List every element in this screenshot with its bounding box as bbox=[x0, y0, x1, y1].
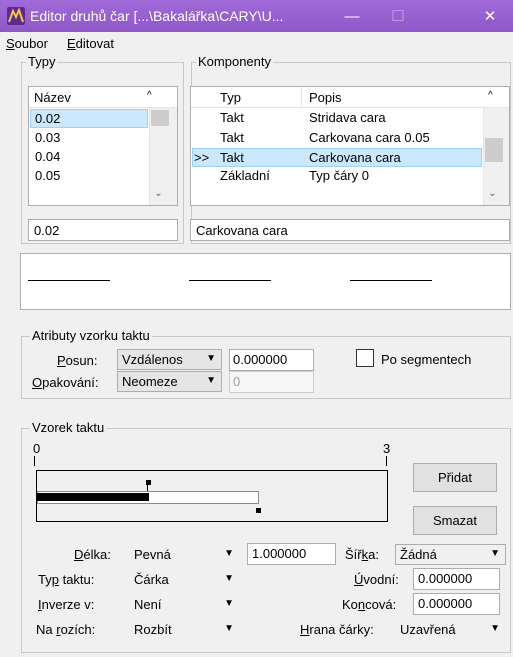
dropdown-arrow-icon: ▼ bbox=[490, 548, 500, 559]
shift-label: Posun: bbox=[57, 353, 98, 368]
ruler-end-label: 3 bbox=[383, 441, 391, 456]
start-offset-input[interactable]: 0.000000 bbox=[413, 568, 500, 590]
list-item[interactable]: 0.04 bbox=[30, 148, 148, 167]
dropdown-arrow-icon: ▼ bbox=[224, 573, 234, 584]
column-header-type[interactable]: Typ bbox=[220, 90, 241, 105]
scrollbar-thumb[interactable] bbox=[485, 138, 503, 162]
components-list-header: Typ Popis ^ bbox=[191, 87, 509, 108]
types-list[interactable]: Název ^ 0.02 0.03 0.04 0.05 ⌄ bbox=[28, 86, 178, 206]
types-group-label: Typy bbox=[26, 54, 58, 69]
stroke-type-label: Typ taktu: bbox=[38, 572, 95, 587]
corners-select[interactable]: Rozbít ▼ bbox=[129, 619, 240, 640]
add-button[interactable]: Přidat bbox=[413, 463, 497, 492]
scrollbar-thumb[interactable] bbox=[151, 110, 169, 126]
window-title: Editor druhů čar [...\Bakalářka\CARY\U..… bbox=[30, 8, 284, 24]
list-item[interactable]: 0.05 bbox=[30, 167, 148, 186]
end-offset-input[interactable]: 0.000000 bbox=[413, 593, 500, 615]
dash-segment[interactable] bbox=[37, 493, 149, 501]
line-preview bbox=[20, 253, 511, 310]
pattern-attrs-group-label: Atributy vzorku taktu bbox=[30, 328, 152, 343]
dropdown-arrow-icon: ▼ bbox=[206, 353, 216, 364]
preview-dash bbox=[350, 280, 432, 281]
dropdown-arrow-icon: ▼ bbox=[224, 598, 234, 609]
width-label: Šířka: bbox=[345, 547, 379, 562]
types-list-header: Název ^ bbox=[29, 87, 177, 108]
menu-bar: Soubor Editovat bbox=[0, 32, 513, 54]
app-icon bbox=[7, 7, 25, 25]
chevron-down-icon[interactable]: ⌄ bbox=[484, 188, 501, 199]
ruler-start-label: 0 bbox=[33, 441, 41, 456]
corners-label: Na rozích: bbox=[36, 622, 96, 637]
shift-mode-select[interactable]: Vzdálenos ▼ bbox=[117, 349, 222, 370]
title-bar: Editor druhů čar [...\Bakalářka\CARY\U..… bbox=[0, 0, 513, 32]
components-scrollbar[interactable]: ⌄ bbox=[483, 108, 509, 205]
components-list[interactable]: Typ Popis ^ Takt Stridava cara Takt Cark… bbox=[190, 86, 510, 206]
invert-select[interactable]: Není ▼ bbox=[129, 594, 240, 615]
length-mode-select[interactable]: Pevná ▼ bbox=[129, 544, 240, 565]
dash-cap-label: Hrana čárky: bbox=[300, 622, 374, 637]
menu-soubor[interactable]: Soubor bbox=[6, 36, 48, 51]
dash-cap-select[interactable]: Uzavřená ▼ bbox=[395, 619, 506, 640]
list-item[interactable]: 0.02 bbox=[30, 109, 148, 128]
per-segment-checkbox[interactable] bbox=[356, 349, 374, 367]
minimize-button[interactable]: — bbox=[329, 0, 375, 32]
chevron-up-icon[interactable]: ^ bbox=[147, 90, 152, 101]
delete-button[interactable]: Smazat bbox=[413, 506, 497, 535]
close-button[interactable]: ✕ bbox=[467, 0, 513, 32]
component-name-input[interactable]: Carkovana cara bbox=[190, 219, 510, 241]
end-offset-label: Koncová: bbox=[342, 597, 397, 612]
ruler-tick bbox=[34, 456, 35, 466]
table-row[interactable]: Takt Stridava cara bbox=[192, 109, 482, 128]
per-segment-label: Po segmentech bbox=[381, 352, 472, 367]
components-group-label: Komponenty bbox=[196, 54, 273, 69]
dropdown-arrow-icon: ▼ bbox=[206, 375, 216, 386]
dropdown-arrow-icon: ▼ bbox=[490, 623, 500, 634]
pattern-editor[interactable] bbox=[36, 470, 388, 522]
invert-label: Inverze v: bbox=[38, 597, 95, 612]
table-row[interactable]: >> Takt Carkovana cara bbox=[192, 148, 482, 167]
chevron-down-icon[interactable]: ⌄ bbox=[150, 188, 167, 199]
length-value-input[interactable]: 1.000000 bbox=[247, 543, 336, 565]
pattern-group-label: Vzorek taktu bbox=[30, 420, 107, 435]
chevron-up-icon[interactable]: ^ bbox=[488, 90, 493, 101]
dropdown-arrow-icon: ▼ bbox=[224, 623, 234, 634]
types-scrollbar[interactable]: ⌄ bbox=[149, 108, 177, 205]
column-header-name[interactable]: Název bbox=[34, 90, 71, 105]
repeat-label: Opakování: bbox=[32, 375, 99, 390]
preview-dash bbox=[28, 280, 110, 281]
table-row[interactable]: Takt Carkovana cara 0.05 bbox=[192, 129, 482, 148]
table-row[interactable]: Základní Typ čáry 0 bbox=[192, 167, 482, 186]
dropdown-arrow-icon: ▼ bbox=[224, 548, 234, 559]
column-divider[interactable] bbox=[301, 87, 302, 108]
width-select[interactable]: Žádná ▼ bbox=[395, 544, 506, 565]
repeat-value-input[interactable]: 0 bbox=[229, 371, 314, 393]
list-item[interactable]: 0.03 bbox=[30, 129, 148, 148]
menu-editovat[interactable]: Editovat bbox=[67, 36, 114, 51]
type-name-input[interactable]: 0.02 bbox=[28, 219, 178, 241]
column-header-desc[interactable]: Popis bbox=[309, 90, 342, 105]
ruler-tick bbox=[386, 456, 387, 466]
repeat-mode-select[interactable]: Neomeze ▼ bbox=[117, 371, 222, 392]
stroke-type-select[interactable]: Čárka ▼ bbox=[129, 569, 240, 590]
end-handle[interactable] bbox=[256, 508, 261, 513]
preview-dash bbox=[189, 280, 271, 281]
shift-value-input[interactable]: 0.000000 bbox=[229, 349, 314, 371]
length-label: Délka: bbox=[74, 547, 111, 562]
maximize-button[interactable]: ☐ bbox=[375, 0, 421, 32]
start-offset-label: Úvodní: bbox=[354, 572, 399, 587]
